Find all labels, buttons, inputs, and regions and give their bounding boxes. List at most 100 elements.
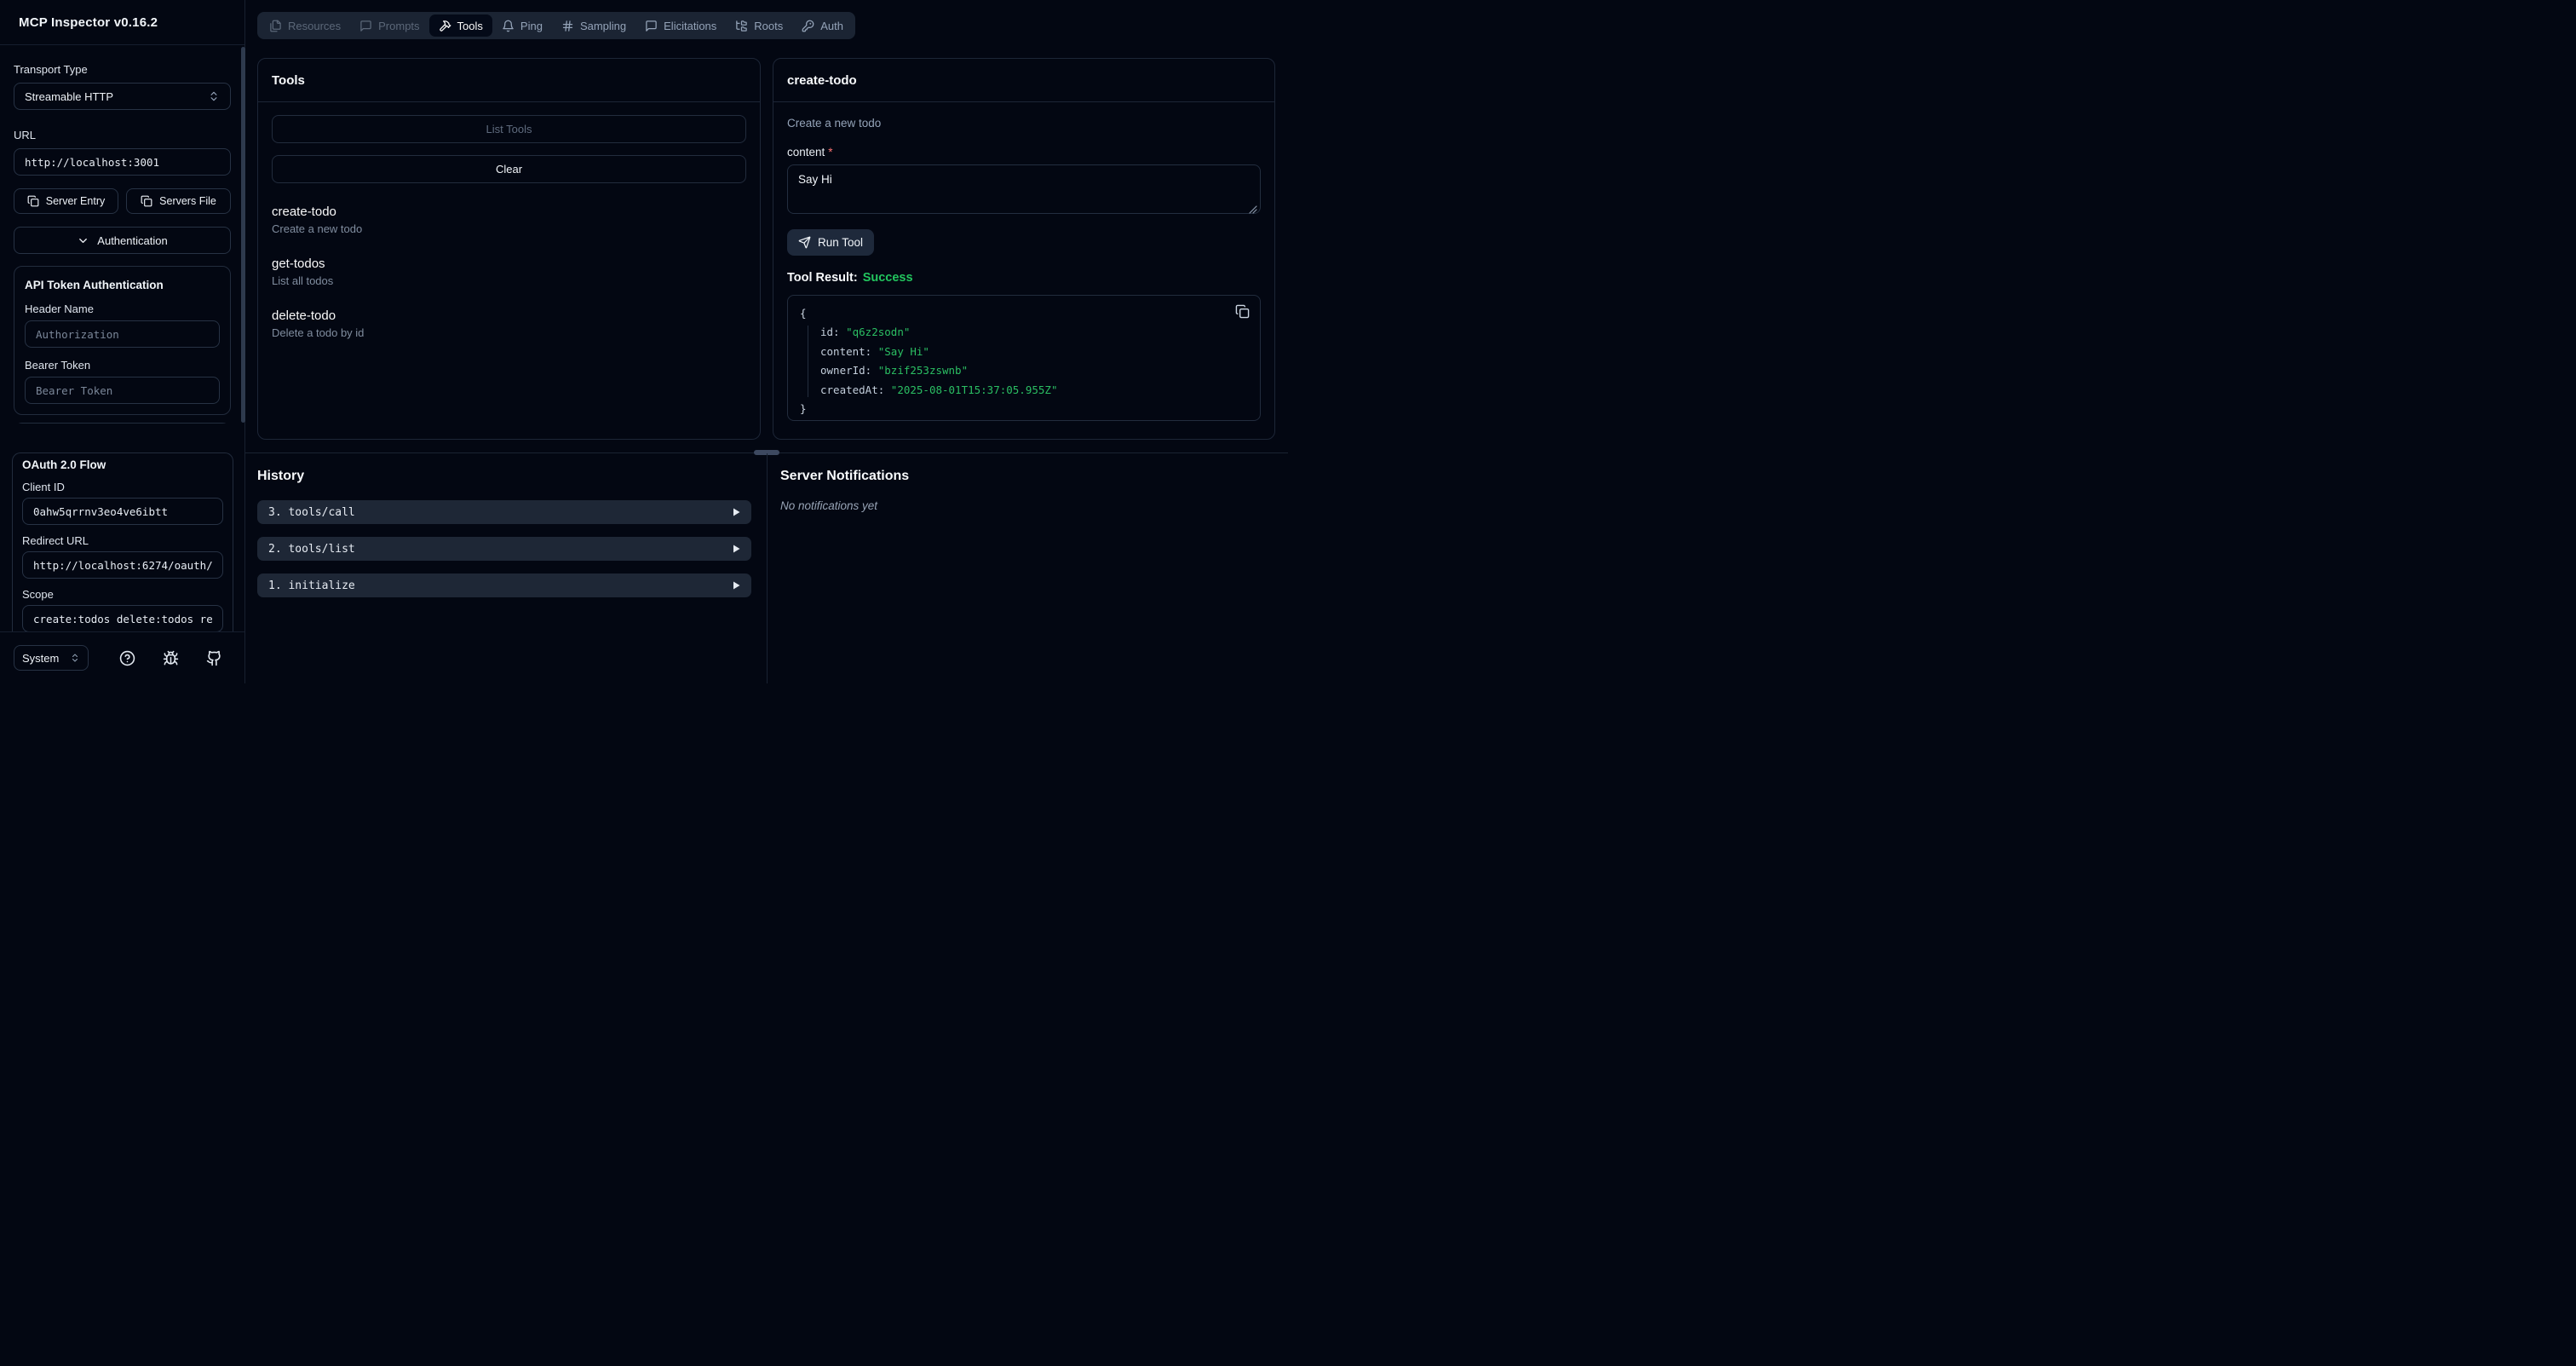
tool-result-json: { id: "q6z2sodn" content: "Say Hi" owner… — [787, 295, 1261, 421]
redirect-url-label: Redirect URL — [22, 534, 223, 547]
resize-grip-icon[interactable] — [1249, 205, 1257, 214]
tool-detail-description: Create a new todo — [787, 117, 1261, 130]
history-item[interactable]: 2. tools/list — [257, 537, 751, 561]
tool-name: delete-todo — [272, 309, 746, 322]
tab-label: Resources — [288, 20, 341, 32]
url-label: URL — [14, 129, 231, 141]
github-icon[interactable] — [206, 650, 222, 666]
tab-label: Auth — [820, 20, 843, 32]
url-input[interactable] — [14, 148, 231, 176]
tab-resources[interactable]: Resources — [260, 14, 350, 37]
run-tool-label: Run Tool — [818, 236, 863, 249]
history-list: 3. tools/call 2. tools/list 1. initializ… — [257, 500, 751, 610]
hash-icon — [561, 20, 574, 32]
sidebar: MCP Inspector v0.16.2 Transport Type Str… — [0, 0, 245, 683]
copy-icon — [27, 195, 39, 207]
history-item[interactable]: 1. initialize — [257, 573, 751, 597]
copy-icon[interactable] — [1235, 304, 1250, 319]
theme-select-value: System — [22, 652, 59, 665]
chevron-down-icon — [77, 234, 89, 247]
tab-bar: Resources Prompts Tools Ping Sampling — [257, 12, 855, 39]
bearer-token-input[interactable] — [25, 377, 220, 404]
tab-prompts[interactable]: Prompts — [350, 14, 428, 37]
redirect-url-input[interactable] — [22, 551, 223, 579]
api-token-section: API Token Authentication Header Name Bea… — [14, 266, 231, 415]
files-icon — [269, 20, 282, 32]
expand-arrow-icon — [733, 545, 740, 553]
json-entries: id: "q6z2sodn" content: "Say Hi" ownerId… — [800, 323, 1248, 400]
transport-type-select[interactable]: Streamable HTTP — [14, 83, 231, 110]
history-item-label: 2. tools/list — [268, 543, 355, 556]
sidebar-footer: System — [0, 631, 244, 683]
tool-result-line: Tool Result: Success — [787, 271, 1261, 285]
transport-type-label: Transport Type — [14, 63, 231, 76]
history-item-label: 1. initialize — [268, 579, 355, 592]
servers-file-button[interactable]: Servers File — [126, 188, 231, 214]
json-line: id: "q6z2sodn" — [820, 323, 1248, 342]
tools-panel-title: Tools — [258, 59, 760, 102]
content-field-label: content* — [787, 146, 1261, 159]
tool-name: create-todo — [272, 205, 746, 218]
tool-description: List all todos — [272, 274, 746, 287]
help-circle-icon[interactable] — [119, 650, 135, 666]
tab-ping[interactable]: Ping — [492, 14, 552, 37]
server-notifications-title: Server Notifications — [780, 469, 909, 484]
scope-input[interactable] — [22, 605, 223, 631]
authentication-toggle-label: Authentication — [97, 234, 167, 247]
tab-label: Tools — [457, 20, 483, 32]
tool-result-label: Tool Result: — [787, 271, 858, 285]
required-mark: * — [828, 146, 832, 159]
json-close-brace: } — [800, 400, 1248, 418]
transport-type-value: Streamable HTTP — [25, 90, 113, 103]
tool-result-status: Success — [863, 271, 913, 285]
message-square-icon — [645, 20, 658, 32]
tools-panel: Tools List Tools Clear create-todo Creat… — [257, 58, 761, 440]
run-tool-button[interactable]: Run Tool — [787, 229, 874, 256]
list-tools-button[interactable]: List Tools — [272, 115, 746, 143]
tool-list-item[interactable]: create-todo Create a new todo — [272, 205, 746, 235]
history-title: History — [257, 469, 304, 484]
scope-label: Scope — [22, 588, 223, 601]
theme-select[interactable]: System — [14, 645, 89, 671]
content-label-text: content — [787, 146, 825, 159]
tool-list-item[interactable]: get-todos List all todos — [272, 257, 746, 287]
tab-tools[interactable]: Tools — [429, 14, 492, 37]
oauth-section: OAuth 2.0 Flow Client ID Redirect URL Sc… — [12, 452, 233, 631]
clear-button[interactable]: Clear — [272, 155, 746, 183]
sidebar-scroll-area: Transport Type Streamable HTTP URL Serve… — [0, 45, 244, 424]
json-line: ownerId: "bzif253zswnb" — [820, 361, 1248, 380]
main-area: Resources Prompts Tools Ping Sampling — [245, 0, 1288, 683]
notifications-empty-message: No notifications yet — [780, 499, 877, 512]
tab-label: Prompts — [378, 20, 419, 32]
bell-icon — [502, 20, 515, 32]
key-icon — [802, 20, 814, 32]
clipped-section — [14, 423, 231, 424]
chevrons-up-down-icon — [70, 653, 80, 663]
tool-detail-title: create-todo — [773, 59, 1274, 102]
tool-list-item[interactable]: delete-todo Delete a todo by id — [272, 309, 746, 339]
tab-label: Ping — [520, 20, 543, 32]
tool-description: Create a new todo — [272, 222, 746, 235]
content-textarea[interactable]: Say Hi — [787, 164, 1261, 214]
api-token-title: API Token Authentication — [25, 279, 220, 291]
tab-elicitations[interactable]: Elicitations — [635, 14, 726, 37]
authentication-toggle[interactable]: Authentication — [14, 227, 231, 254]
tool-description: Delete a todo by id — [272, 326, 746, 339]
header-name-input[interactable] — [25, 320, 220, 348]
folder-tree-icon — [735, 20, 748, 32]
servers-file-label: Servers File — [159, 195, 216, 207]
history-item-label: 3. tools/call — [268, 506, 355, 519]
tool-name: get-todos — [272, 257, 746, 270]
tab-roots[interactable]: Roots — [726, 14, 792, 37]
bug-icon[interactable] — [163, 650, 179, 666]
tab-auth[interactable]: Auth — [792, 14, 853, 37]
client-id-input[interactable] — [22, 498, 223, 525]
tab-label: Sampling — [580, 20, 626, 32]
hammer-icon — [439, 20, 451, 32]
tab-sampling[interactable]: Sampling — [552, 14, 635, 37]
header-name-label: Header Name — [25, 303, 220, 315]
history-item[interactable]: 3. tools/call — [257, 500, 751, 524]
server-entry-button[interactable]: Server Entry — [14, 188, 118, 214]
client-id-label: Client ID — [22, 481, 223, 493]
oauth-title: OAuth 2.0 Flow — [22, 458, 223, 471]
